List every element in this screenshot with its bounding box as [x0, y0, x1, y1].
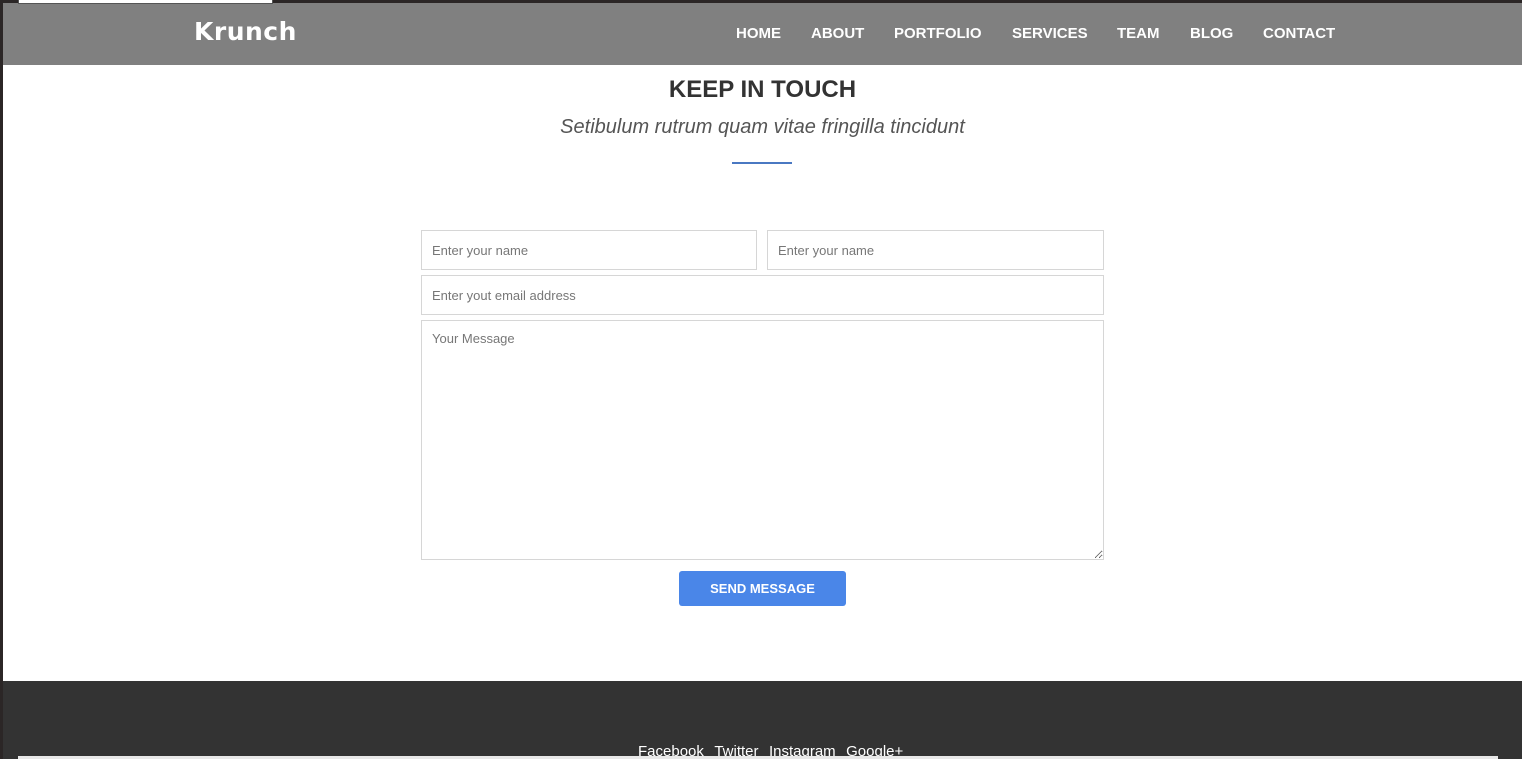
site-footer: Facebook Twitter Instagram Google+	[3, 681, 1522, 759]
last-name-input[interactable]	[767, 230, 1104, 270]
browser-tab-stub	[18, 0, 273, 4]
title-divider	[732, 162, 792, 164]
top-navbar: Krunch HOME ABOUT PORTFOLIO SERVICES TEA…	[3, 3, 1522, 65]
first-name-input[interactable]	[421, 230, 757, 270]
email-input[interactable]	[421, 275, 1104, 315]
nav-portfolio[interactable]: PORTFOLIO	[894, 25, 982, 42]
nav-home[interactable]: HOME	[736, 25, 781, 42]
send-message-button[interactable]: SEND MESSAGE	[679, 571, 846, 606]
section-title: KEEP IN TOUCH	[668, 76, 857, 103]
section-subtitle: Setibulum rutrum quam vitae fringilla ti…	[560, 116, 965, 138]
brand-logo[interactable]: Krunch	[194, 17, 297, 46]
nav-about[interactable]: ABOUT	[811, 25, 864, 42]
nav-services[interactable]: SERVICES	[1012, 25, 1088, 42]
page-frame: Krunch HOME ABOUT PORTFOLIO SERVICES TEA…	[3, 3, 1522, 759]
message-textarea[interactable]	[421, 320, 1104, 560]
nav-blog[interactable]: BLOG	[1190, 25, 1233, 42]
nav-contact[interactable]: CONTACT	[1263, 25, 1335, 42]
nav-team[interactable]: TEAM	[1117, 25, 1160, 42]
